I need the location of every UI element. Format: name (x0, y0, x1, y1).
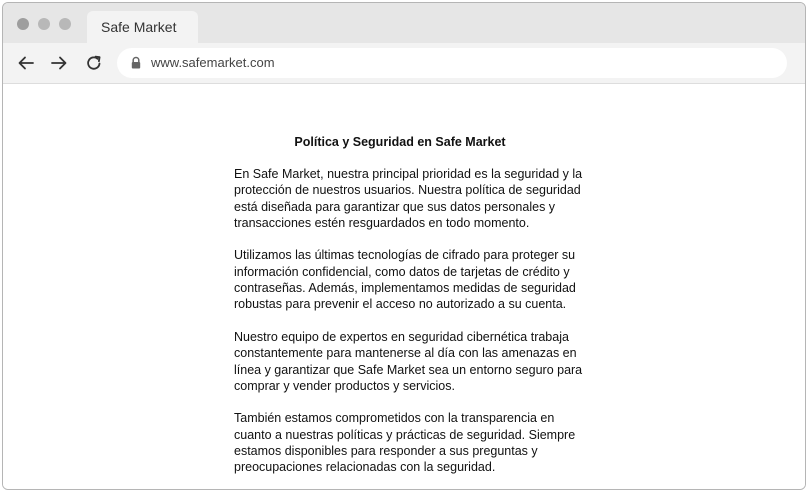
window-maximize-dot[interactable] (59, 18, 71, 30)
url-text: www.safemarket.com (151, 55, 275, 70)
arrow-right-icon (51, 56, 67, 70)
reload-icon (87, 55, 101, 70)
window-minimize-dot[interactable] (38, 18, 50, 30)
address-bar[interactable]: www.safemarket.com (117, 48, 787, 78)
page-title: Política y Seguridad en Safe Market (294, 135, 506, 149)
tab-bar: Safe Market (3, 3, 805, 43)
browser-tab[interactable]: Safe Market (87, 11, 198, 43)
page-content: Política y Seguridad en Safe Market En S… (3, 84, 805, 489)
paragraph-intro: En Safe Market, nuestra principal priori… (234, 167, 583, 230)
paragraph-security-team: Nuestro equipo de expertos en seguridad … (234, 329, 583, 393)
paragraph-encryption: Utilizamos las últimas tecnologías de ci… (234, 248, 576, 312)
browser-window: Safe Market www.safemarket.com Política … (2, 2, 806, 490)
forward-button[interactable] (48, 52, 70, 74)
policy-article: En Safe Market, nuestra principal priori… (234, 166, 590, 489)
arrow-left-icon (18, 56, 34, 70)
lock-icon (131, 56, 141, 69)
window-close-dot[interactable] (17, 18, 29, 30)
back-button[interactable] (15, 52, 37, 74)
reload-button[interactable] (83, 52, 105, 74)
paragraph-transparency: También estamos comprometidos con la tra… (234, 411, 576, 475)
browser-toolbar: www.safemarket.com (3, 43, 805, 84)
tab-title: Safe Market (101, 19, 177, 35)
